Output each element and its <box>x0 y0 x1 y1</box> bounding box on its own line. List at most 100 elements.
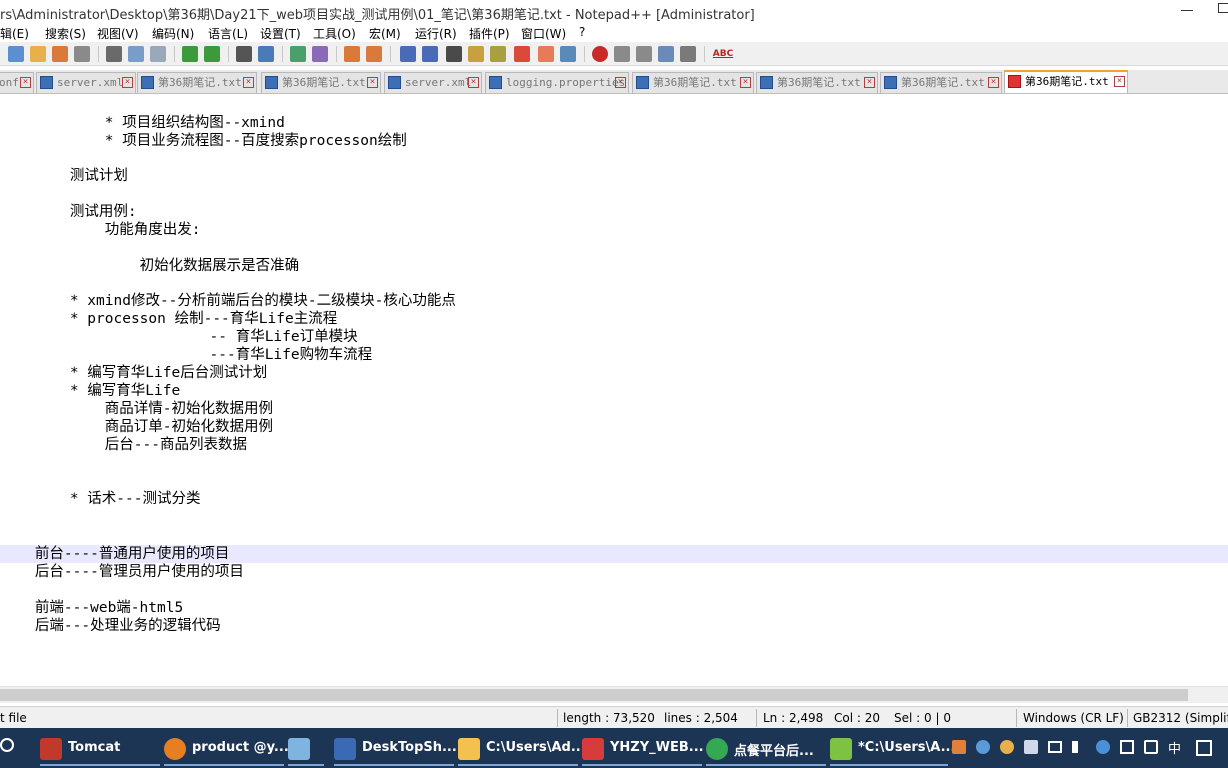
tab-file[interactable]: server.xml × <box>36 72 136 93</box>
sync-h-icon[interactable] <box>366 46 382 62</box>
window-title: rs\Administrator\Desktop\第36期\Day21下_web… <box>0 8 755 23</box>
taskbar-item-explorer[interactable]: C:\Users\Ad... <box>458 730 586 766</box>
menu-window[interactable]: 窗口(W) <box>521 25 566 42</box>
menu-encoding[interactable]: 编码(N) <box>152 25 194 42</box>
editor-line: 商品详情-初始化数据用例 <box>0 401 273 417</box>
find-icon[interactable] <box>236 46 252 62</box>
spellcheck-icon[interactable]: ABC <box>712 46 734 62</box>
menu-settings[interactable]: 设置(T) <box>260 25 301 42</box>
menu-language[interactable]: 语言(L) <box>208 25 248 42</box>
network-icon[interactable] <box>1048 741 1062 753</box>
volume-icon[interactable] <box>1072 741 1084 753</box>
taskbar-item-chrome[interactable]: 点餐平台后... <box>706 730 826 766</box>
function-list-icon[interactable] <box>514 46 530 62</box>
undo-icon[interactable] <box>182 46 198 62</box>
minimize-button[interactable] <box>1180 2 1194 16</box>
ime-indicator[interactable]: 中 <box>1168 738 1181 757</box>
tab-file[interactable]: logging.properties × <box>485 72 629 93</box>
play-macro-icon[interactable] <box>636 46 652 62</box>
tray-app-icon[interactable] <box>1024 740 1038 754</box>
tray-app-icon[interactable] <box>1096 740 1110 754</box>
taskbar-item-desktop-share[interactable]: DeskTopSh... <box>334 730 457 766</box>
new-file-icon[interactable] <box>8 46 24 62</box>
stop-macro-icon[interactable] <box>614 46 630 62</box>
tab-file[interactable]: 第36期笔记.txt × <box>632 72 754 93</box>
taskbar-item-notepad[interactable] <box>288 730 324 766</box>
cut-icon[interactable] <box>128 46 144 62</box>
close-icon[interactable]: × <box>468 77 479 88</box>
menu-run[interactable]: 运行(R) <box>415 25 457 42</box>
window-switch-icon[interactable] <box>1120 740 1134 754</box>
close-icon[interactable]: × <box>243 77 254 88</box>
search-icon[interactable] <box>0 738 14 752</box>
editor-line: 商品订单-初始化数据用例 <box>0 419 273 435</box>
close-icon[interactable]: × <box>367 77 378 88</box>
show-all-icon[interactable] <box>422 46 438 62</box>
status-divider <box>756 709 757 727</box>
tab-file[interactable]: 第36期笔记.txt × <box>756 72 878 93</box>
menu-tools[interactable]: 工具(O) <box>313 25 356 42</box>
toolbar-separator <box>228 46 229 62</box>
taskbar-item-notepadpp[interactable]: *C:\Users\A... <box>830 730 955 766</box>
taskbar-item-label: YHZY_WEB... <box>610 740 704 755</box>
save-all-icon[interactable] <box>74 46 90 62</box>
tab-file[interactable]: 第36期笔记.txt × <box>137 72 257 93</box>
tray-app-icon[interactable] <box>976 740 990 754</box>
menu-edit[interactable]: 辑(E) <box>0 25 29 42</box>
zoom-in-icon[interactable] <box>290 46 306 62</box>
zoom-out-icon[interactable] <box>312 46 328 62</box>
vs-icon <box>582 738 604 760</box>
record-macro-icon[interactable] <box>592 46 608 62</box>
tray-app-icon[interactable] <box>952 740 966 754</box>
tab-file[interactable]: 第36期笔记.txt × <box>880 72 1002 93</box>
taskbar-item-visual-studio[interactable]: YHZY_WEB... <box>582 730 704 766</box>
menu-view[interactable]: 视图(V) <box>97 25 139 42</box>
tab-file[interactable]: 第36期笔记.txt × <box>261 72 381 93</box>
folder-icon[interactable] <box>538 46 554 62</box>
keyboard-icon[interactable] <box>1196 740 1212 756</box>
taskbar-item-product[interactable]: product @y... <box>164 730 289 766</box>
menu-plugins[interactable]: 插件(P) <box>469 25 510 42</box>
menu-help[interactable]: ? <box>579 25 585 39</box>
tab-label: 第36期笔记.txt <box>901 76 985 89</box>
menu-search[interactable]: 搜索(S) <box>45 25 86 42</box>
sync-v-icon[interactable] <box>344 46 360 62</box>
toolbar: ABC <box>0 42 1228 66</box>
menu-macro[interactable]: 宏(M) <box>369 25 401 42</box>
save-macro-icon[interactable] <box>680 46 696 62</box>
udl-icon[interactable] <box>468 46 484 62</box>
scrollbar-thumb[interactable] <box>0 689 1188 701</box>
close-icon[interactable]: × <box>1114 76 1125 87</box>
open-file-icon[interactable] <box>30 46 46 62</box>
copy-icon[interactable] <box>150 46 166 62</box>
horizontal-scrollbar[interactable] <box>0 686 1228 703</box>
replace-icon[interactable] <box>258 46 274 62</box>
wrap-icon[interactable] <box>400 46 416 62</box>
tab-label: onf <box>0 76 19 89</box>
redo-icon[interactable] <box>204 46 220 62</box>
restore-button[interactable] <box>1218 3 1228 13</box>
tab-file-active[interactable]: 第36期笔记.txt × <box>1004 70 1128 93</box>
run-macro-multiple-icon[interactable] <box>658 46 674 62</box>
display-icon[interactable] <box>1144 740 1158 754</box>
text-editor[interactable]: * 项目组织结构图--xmind * 项目业务流程图--百度搜索processo… <box>0 95 1228 686</box>
close-icon[interactable]: × <box>20 77 31 88</box>
tab-file[interactable]: server.xml × <box>384 72 482 93</box>
print-icon[interactable] <box>106 46 122 62</box>
close-icon[interactable]: × <box>615 77 626 88</box>
close-icon[interactable]: × <box>122 77 133 88</box>
save-icon[interactable] <box>52 46 68 62</box>
tab-file[interactable]: onf × <box>0 72 34 93</box>
file-icon <box>636 76 649 89</box>
taskbar-item-tomcat[interactable]: Tomcat <box>40 730 160 766</box>
close-icon[interactable]: × <box>740 77 751 88</box>
doc-map-icon[interactable] <box>490 46 506 62</box>
tray-app-icon[interactable] <box>1000 740 1014 754</box>
monitor-icon[interactable] <box>560 46 576 62</box>
close-icon[interactable]: × <box>988 77 999 88</box>
close-icon[interactable]: × <box>864 77 875 88</box>
taskbar-item-label: DeskTopSh... <box>362 740 457 755</box>
indent-guide-icon[interactable] <box>446 46 462 62</box>
status-bar: t file length : 73,520 lines : 2,504 Ln … <box>0 706 1228 728</box>
